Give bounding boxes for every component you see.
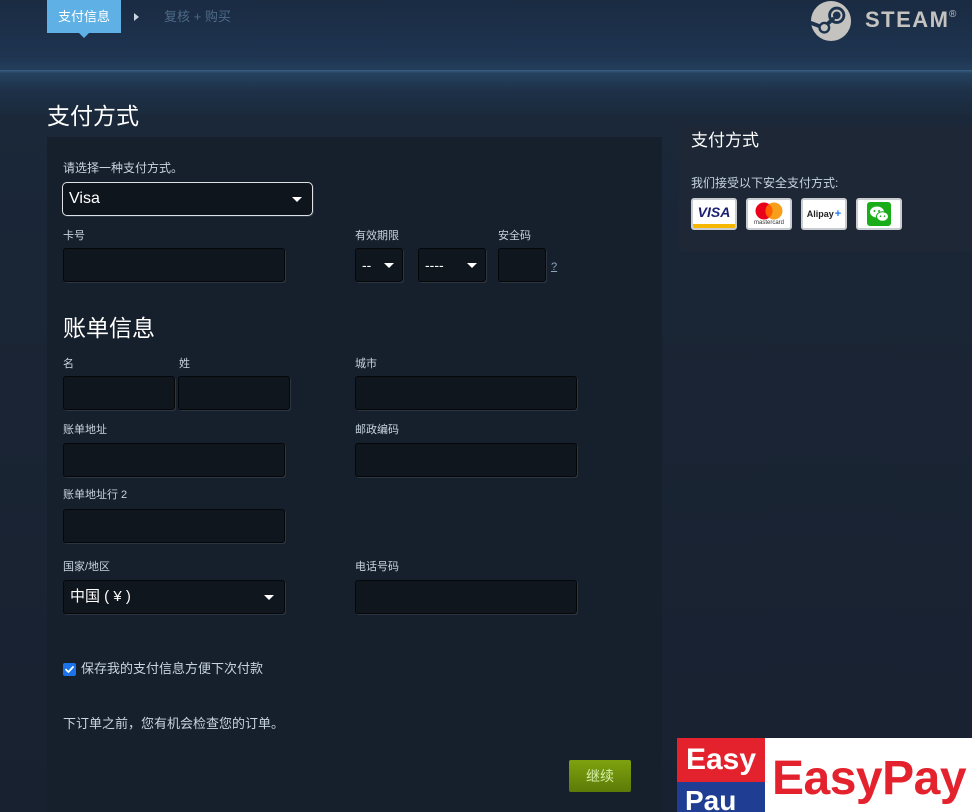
mastercard-circles: [755, 202, 783, 220]
expiry-label: 有效期限: [355, 230, 399, 242]
card-number-label: 卡号: [63, 230, 85, 242]
phone-label: 电话号码: [355, 561, 399, 573]
easypay-logo-bottom: Pau: [677, 782, 765, 812]
chevron-down-icon: [264, 595, 274, 600]
plus-icon: +: [834, 208, 842, 220]
country-select[interactable]: 中国 ( ¥ ): [63, 580, 285, 614]
chevron-down-icon: [384, 263, 394, 268]
city-label: 城市: [355, 358, 377, 370]
expiry-year-select[interactable]: ----: [418, 248, 486, 282]
visa-stripe: [693, 224, 735, 228]
accepted-methods-panel: 支付方式 我们接受以下安全支付方式: VISA mastercard Alipa…: [679, 126, 972, 252]
mastercard-icon: mastercard: [746, 198, 792, 230]
step-payment-info[interactable]: 支付信息: [47, 0, 121, 33]
alipay-wordmark: Alipay: [806, 209, 834, 219]
country-value: 中国 ( ¥ ): [70, 588, 131, 605]
security-code-input[interactable]: [498, 248, 546, 282]
expiry-year-value: ----: [425, 257, 444, 273]
last-name-input[interactable]: [178, 376, 290, 410]
billing-address-input[interactable]: [63, 443, 285, 477]
payment-form-panel: 请选择一种支付方式。 Visa 卡号 有效期限 安全码 -- ---- ? 账单…: [47, 137, 662, 812]
postal-code-input[interactable]: [355, 443, 577, 477]
wechat-pay-icon: [856, 198, 902, 230]
alipay-logo: Alipay +: [803, 200, 845, 228]
visa-icon: VISA: [691, 198, 737, 230]
card-number-input[interactable]: [63, 248, 285, 282]
billing-section-title: 账单信息: [63, 315, 155, 341]
postal-code-label: 邮政编码: [355, 424, 399, 436]
save-payment-label[interactable]: 保存我的支付信息方便下次付款: [81, 661, 263, 677]
continue-button[interactable]: 继续: [569, 760, 631, 792]
expiry-month-value: --: [362, 257, 372, 273]
billing-address-line2-input[interactable]: [63, 509, 285, 543]
chevron-down-icon: [292, 197, 302, 202]
steam-wordmark[interactable]: STEAM: [865, 7, 950, 33]
first-name-label: 名: [63, 358, 74, 370]
phone-input[interactable]: [355, 580, 577, 614]
easypay-ad-banner[interactable]: Easy Pau EasyPay: [677, 738, 972, 812]
steam-logo-icon[interactable]: [810, 0, 852, 42]
last-name-label: 姓: [179, 358, 190, 370]
wechat-bubbles-icon: [867, 202, 891, 226]
easypay-logo-bottom-text: Pau: [685, 785, 737, 812]
security-code-label: 安全码: [498, 230, 531, 242]
active-step-indicator: [79, 33, 89, 38]
first-name-input[interactable]: [63, 376, 175, 410]
checkmark-icon: [65, 666, 74, 673]
country-label: 国家/地区: [63, 561, 111, 573]
step-review-purchase: 复核 + 购买: [164, 9, 231, 24]
chevron-down-icon: [467, 263, 477, 268]
city-input[interactable]: [355, 376, 577, 410]
payment-method-select[interactable]: Visa: [62, 182, 313, 216]
review-note: 下订单之前，您有机会检查您的订单。: [63, 716, 285, 731]
accepted-methods-text: 我们接受以下安全支付方式:: [691, 176, 839, 190]
visa-wordmark: VISA: [697, 204, 731, 220]
mastercard-wordmark: mastercard: [753, 220, 784, 226]
page-title: 支付方式: [47, 103, 139, 129]
payment-method-prompt: 请选择一种支付方式。: [63, 161, 184, 175]
alipay-plus-icon: Alipay +: [801, 198, 847, 230]
registered-mark: ®: [949, 9, 957, 20]
payment-method-value: Visa: [69, 190, 100, 207]
easypay-logo-top: Easy: [677, 738, 765, 782]
expiry-month-select[interactable]: --: [355, 248, 403, 282]
billing-address-line2-label: 账单地址行 2: [63, 489, 128, 501]
sidebar-title: 支付方式: [691, 131, 759, 150]
easypay-wordmark: EasyPay: [772, 752, 967, 805]
header-glow-divider: [0, 70, 972, 115]
chevron-right-icon: [134, 13, 139, 21]
security-code-help-link[interactable]: ?: [551, 260, 557, 274]
billing-address-label: 账单地址: [63, 424, 107, 436]
save-payment-checkbox[interactable]: [63, 663, 76, 676]
